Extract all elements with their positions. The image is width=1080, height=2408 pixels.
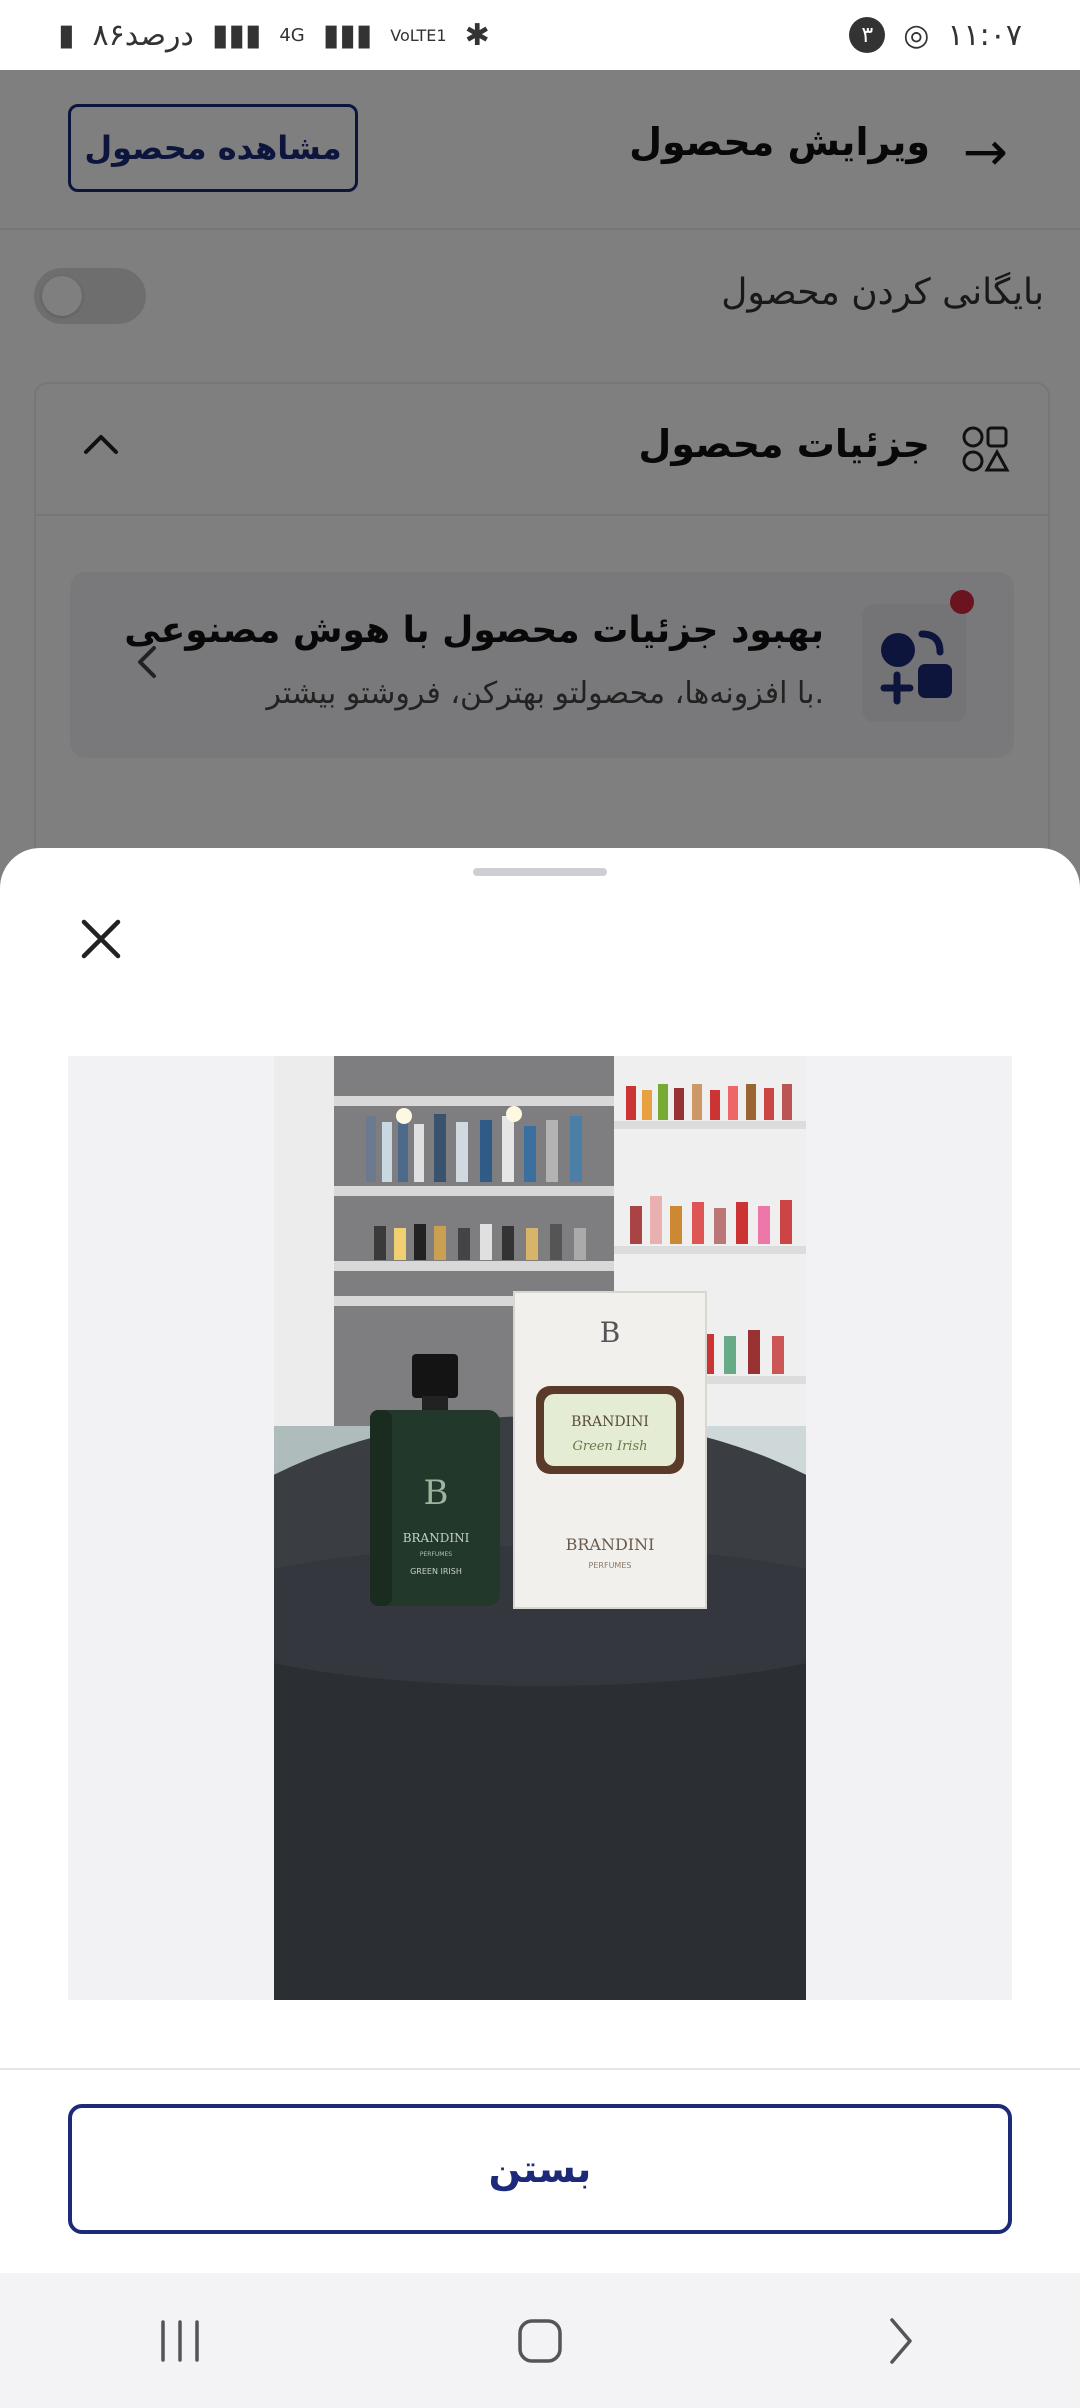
notification-count-badge: ۳ — [849, 17, 886, 53]
battery-icon: ▮ — [58, 17, 75, 53]
volte-text: VoLTE1 — [390, 25, 447, 45]
recent-apps-button[interactable] — [140, 2301, 220, 2381]
status-bar: ▮ ۸۶درصد ▮▮▮ 4G ▮▮▮ VoLTE1 ✱ ۳ ◎ ۱۱:۰۷ — [0, 0, 1080, 70]
sheet-divider — [0, 2068, 1080, 2070]
home-icon — [518, 2318, 562, 2363]
clock: ۱۱:۰۷ — [947, 17, 1022, 53]
back-chevron-icon — [890, 2317, 912, 2364]
signal-icon: ▮▮▮ — [211, 17, 262, 53]
close-icon[interactable] — [78, 916, 124, 962]
bottle-logo: B — [424, 1473, 449, 1513]
sheet-drag-handle[interactable] — [473, 868, 607, 876]
bottle-brand-text: BRANDINI — [403, 1531, 470, 1545]
box-label-text: Green Irish — [572, 1439, 647, 1454]
recent-apps-icon — [161, 2319, 199, 2362]
bluetooth-icon: ✱ — [464, 17, 490, 53]
product-photo: B BRANDINI Green Irish BRANDINI PERFUMES… — [274, 1056, 806, 2000]
home-button[interactable] — [500, 2301, 580, 2381]
box-brand-bottom: BRANDINI — [566, 1535, 655, 1554]
status-right: ۳ ◎ ۱۱:۰۷ — [849, 17, 1022, 53]
instagram-icon: ◎ — [903, 17, 930, 53]
battery-text: ۸۶درصد — [92, 17, 194, 53]
image-preview-sheet: B BRANDINI Green Irish BRANDINI PERFUMES… — [0, 848, 1080, 2273]
box-sub-text: PERFUMES — [589, 1561, 632, 1570]
system-nav-bar — [0, 2273, 1080, 2408]
bottle-sub-text: PERFUMES — [420, 1551, 452, 1558]
signal-icon-2: ▮▮▮ — [322, 17, 373, 53]
product-image-frame: B BRANDINI Green Irish BRANDINI PERFUMES… — [68, 1056, 1012, 2000]
bottle-name-text: GREEN IRISH — [410, 1567, 462, 1576]
back-button[interactable] — [860, 2301, 940, 2381]
network-type: 4G — [279, 24, 305, 46]
close-button[interactable]: بستن — [68, 2104, 1012, 2234]
box-brand-text: BRANDINI — [571, 1414, 649, 1430]
status-left: ▮ ۸۶درصد ▮▮▮ 4G ▮▮▮ VoLTE1 ✱ — [58, 18, 490, 53]
box-logo: B — [600, 1316, 621, 1349]
